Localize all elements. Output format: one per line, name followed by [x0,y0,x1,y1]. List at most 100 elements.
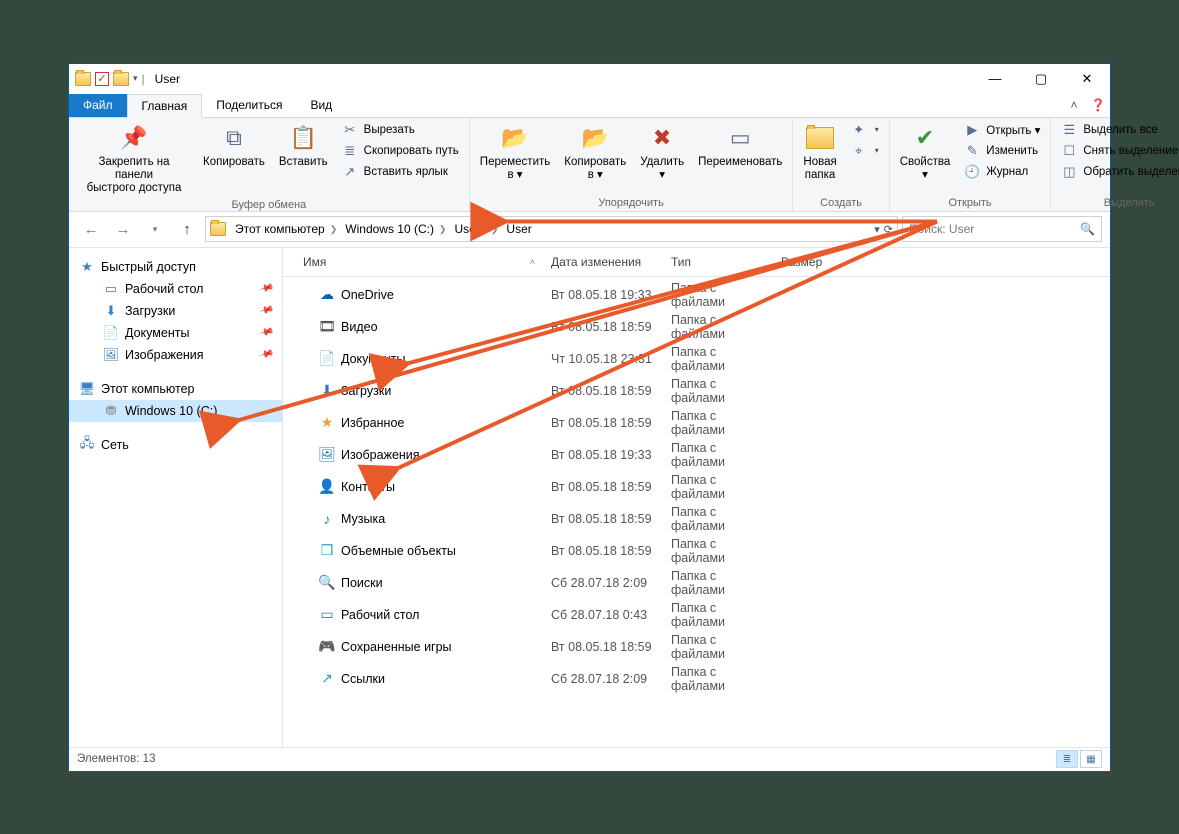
file-date: Чт 10.05.18 23:31 [543,352,663,366]
easy-access-button[interactable]: ⌖▾ [847,141,883,161]
copy-path-button[interactable]: ≣Скопировать путь [338,141,463,161]
tab-share[interactable]: Поделиться [202,94,296,117]
file-date: Вт 08.05.18 18:59 [543,512,663,526]
file-type: Папка с файлами [663,665,773,693]
delete-button[interactable]: ✖Удалить ▾ [636,120,688,184]
file-type: Папка с файлами [663,569,773,597]
file-type: Папка с файлами [663,377,773,405]
search-input[interactable]: Поиск: User 🔍 [902,216,1102,242]
file-row[interactable]: ↗СсылкиСб 28.07.18 2:09Папка с файлами [283,663,1110,695]
select-all-button[interactable]: ☰Выделить все [1057,120,1179,140]
forward-button[interactable]: → [109,216,137,242]
view-details-button[interactable]: ≣ [1056,750,1078,768]
file-date: Вт 08.05.18 18:59 [543,320,663,334]
sidebar-item-desktop[interactable]: ▭Рабочий стол [69,278,282,300]
file-name: Объемные объекты [341,544,456,558]
breadcrumb-users[interactable]: Users❯ [452,220,502,238]
paste-shortcut-button[interactable]: ↗Вставить ярлык [338,162,463,182]
titlebar: ✓ ▾ | User — ▢ ✕ [69,64,1110,94]
qat-properties-icon[interactable]: ✓ [95,72,109,86]
refresh-icon[interactable]: ⟳ [884,223,893,236]
file-row[interactable]: 🖼ИзображенияВт 08.05.18 19:33Папка с фай… [283,439,1110,471]
address-bar[interactable]: Этот компьютер❯ Windows 10 (C:)❯ Users❯ … [205,216,898,242]
file-row[interactable]: 📄ДокументыЧт 10.05.18 23:31Папка с файла… [283,343,1110,375]
file-date: Вт 08.05.18 18:59 [543,384,663,398]
maximize-button[interactable]: ▢ [1018,64,1064,94]
qat-dropdown-icon[interactable]: ▾ [133,73,138,84]
column-headers: Имя˄ Дата изменения Тип Размер [283,248,1110,277]
pin-quickaccess-button[interactable]: 📌Закрепить на панели быстрого доступа [75,120,193,198]
tab-file[interactable]: Файл [69,94,127,117]
file-icon: 👤 [319,479,335,495]
paste-button[interactable]: 📋Вставить [275,120,332,171]
file-row[interactable]: 🎞ВидеоВт 08.05.18 18:59Папка с файлами [283,311,1110,343]
breadcrumb-drive[interactable]: Windows 10 (C:)❯ [342,220,449,238]
file-row[interactable]: ☁OneDriveВт 08.05.18 19:33Папка с файлам… [283,279,1110,311]
sidebar-item-documents[interactable]: 📄Документы [69,322,282,344]
search-placeholder: Поиск: User [909,222,974,236]
new-item-button[interactable]: ✦▾ [847,120,883,140]
rename-button[interactable]: ▭Переименовать [694,120,786,171]
file-date: Сб 28.07.18 0:43 [543,608,663,622]
file-row[interactable]: ♪МузыкаВт 08.05.18 18:59Папка с файлами [283,503,1110,535]
file-row[interactable]: ❒Объемные объектыВт 08.05.18 18:59Папка … [283,535,1110,567]
history-button[interactable]: 🕘Журнал [960,162,1044,182]
recent-dropdown[interactable]: ▾ [141,216,169,242]
back-button[interactable]: ← [77,216,105,242]
tab-home[interactable]: Главная [127,94,203,118]
column-name[interactable]: Имя˄ [283,252,543,272]
file-name: Видео [341,320,378,334]
move-to-button[interactable]: 📂Переместить в ▾ [476,120,554,184]
invert-selection-button[interactable]: ◫Обратить выделение [1057,162,1179,182]
select-none-button[interactable]: ☐Снять выделение [1057,141,1179,161]
sidebar-network[interactable]: 🖧Сеть [69,434,282,456]
properties-button[interactable]: ✔Свойства ▾ [896,120,955,184]
file-row[interactable]: 🔍ПоискиСб 28.07.18 2:09Папка с файлами [283,567,1110,599]
file-name: Сохраненные игры [341,640,452,654]
new-folder-button[interactable]: Новая папка [799,120,840,184]
file-name: Поиски [341,576,383,590]
file-row[interactable]: ▭Рабочий столСб 28.07.18 0:43Папка с фай… [283,599,1110,631]
file-date: Сб 28.07.18 2:09 [543,672,663,686]
close-button[interactable]: ✕ [1064,64,1110,94]
sidebar-item-pictures[interactable]: 🖼Изображения [69,344,282,366]
file-icon: ☁ [319,287,335,303]
view-large-icons-button[interactable]: ▦ [1080,750,1102,768]
sidebar-item-drive[interactable]: ⛃Windows 10 (C:) [69,400,282,422]
copy-to-button[interactable]: 📂Копировать в ▾ [560,120,630,184]
sidebar-this-pc[interactable]: 🖥Этот компьютер [69,378,282,400]
minimize-button[interactable]: — [972,64,1018,94]
file-row[interactable]: 🎮Сохраненные игрыВт 08.05.18 18:59Папка … [283,631,1110,663]
edit-button[interactable]: ✎Изменить [960,141,1044,161]
file-row[interactable]: ★ИзбранноеВт 08.05.18 18:59Папка с файла… [283,407,1110,439]
file-icon: 🔍 [319,575,335,591]
tab-view[interactable]: Вид [296,94,346,117]
column-type[interactable]: Тип [663,252,773,272]
statusbar: Элементов: 13 ≣ ▦ [69,747,1110,771]
breadcrumb-user[interactable]: User [503,220,534,238]
up-button[interactable]: ↑ [173,216,201,242]
breadcrumb-this-pc[interactable]: Этот компьютер❯ [232,220,340,238]
copy-button[interactable]: ⧉Копировать [199,120,269,171]
open-button[interactable]: ▶Открыть ▾ [960,120,1044,140]
file-type: Папка с файлами [663,409,773,437]
file-row[interactable]: 👤КонтактыВт 08.05.18 18:59Папка с файлам… [283,471,1110,503]
file-icon: 📄 [319,351,335,367]
column-date[interactable]: Дата изменения [543,252,663,272]
ribbon-tabs: Файл Главная Поделиться Вид ˄ ❓ [69,94,1110,118]
sidebar-item-downloads[interactable]: ⬇Загрузки [69,300,282,322]
cut-button[interactable]: ✂Вырезать [338,120,463,140]
sidebar-quick-access[interactable]: ★Быстрый доступ [69,256,282,278]
help-icon[interactable]: ❓ [1086,94,1110,117]
folder-icon [75,72,91,86]
file-icon: ↗ [319,671,335,687]
file-date: Вт 08.05.18 18:59 [543,480,663,494]
file-row[interactable]: ⬇ЗагрузкиВт 08.05.18 18:59Папка с файлам… [283,375,1110,407]
ribbon-collapse-icon[interactable]: ˄ [1062,94,1086,117]
file-type: Папка с файлами [663,345,773,373]
column-size[interactable]: Размер [773,252,853,272]
file-type: Папка с файлами [663,473,773,501]
file-type: Папка с файлами [663,633,773,661]
file-type: Папка с файлами [663,313,773,341]
address-dropdown-icon[interactable]: ▾ [874,223,880,236]
